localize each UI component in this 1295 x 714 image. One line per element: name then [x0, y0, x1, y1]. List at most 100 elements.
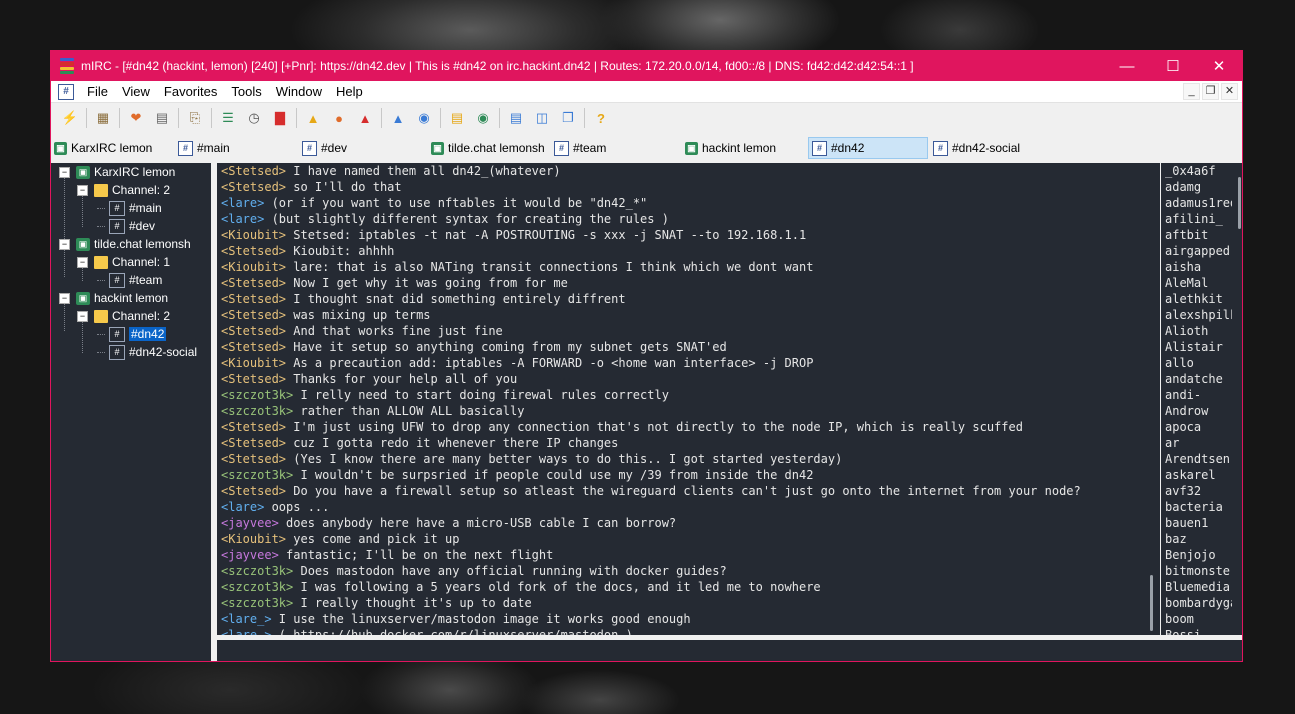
menu-view[interactable]: View	[115, 84, 157, 99]
nick-list-item[interactable]: AleMal	[1161, 275, 1242, 291]
help-icon[interactable]: ?	[592, 109, 610, 127]
collapse-icon[interactable]: −	[59, 166, 70, 178]
nick-list-item[interactable]: ar	[1161, 435, 1242, 451]
message-nick[interactable]: <Stetsed>	[221, 420, 286, 434]
switchbar-tab[interactable]: # #dev	[299, 137, 347, 159]
mdi-close-button[interactable]: ✕	[1221, 83, 1238, 100]
mdi-minimize-button[interactable]: _	[1183, 83, 1200, 100]
nick-list-item[interactable]: alexshpilkin	[1161, 307, 1242, 323]
tree-item-folder[interactable]: − Channel: 1	[77, 253, 170, 271]
message-nick[interactable]: <lare_>	[221, 628, 272, 635]
switchbar-tab[interactable]: ▣ KarxIRC lemon	[51, 137, 152, 159]
collapse-icon[interactable]: −	[77, 184, 88, 196]
message-nick[interactable]: <Stetsed>	[221, 308, 286, 322]
message-nick[interactable]: <Stetsed>	[221, 452, 286, 466]
menu-help[interactable]: Help	[329, 84, 370, 99]
menu-favorites[interactable]: Favorites	[157, 84, 224, 99]
collapse-icon[interactable]: −	[59, 292, 70, 304]
message-nick[interactable]: <Kioubit>	[221, 532, 286, 546]
close-button[interactable]: ✕	[1196, 51, 1242, 81]
nick-list-item[interactable]: bauen1	[1161, 515, 1242, 531]
tree-item-server[interactable]: − ▣ hackint lemon	[59, 289, 168, 307]
message-nick[interactable]: <Kioubit>	[221, 356, 286, 370]
nick-list-item[interactable]: afilini_	[1161, 211, 1242, 227]
message-nick[interactable]: <lare_>	[221, 612, 272, 626]
nick-list-item[interactable]: alethkit	[1161, 291, 1242, 307]
collapse-icon[interactable]: −	[77, 256, 88, 268]
favorites-icon[interactable]: ❤	[127, 109, 145, 127]
switchbar-tab[interactable]: ▣ tilde.chat lemonsh	[428, 137, 545, 159]
nick-list-item[interactable]: Arendtsen	[1161, 451, 1242, 467]
timer-icon[interactable]: ◷	[245, 109, 263, 127]
received-files-icon[interactable]: ▲	[389, 109, 407, 127]
chat-scrollbar[interactable]	[1144, 163, 1160, 635]
nick-list-item[interactable]: andatche	[1161, 371, 1242, 387]
cascade-icon[interactable]: ❐	[559, 109, 577, 127]
nick-list-item[interactable]: baz	[1161, 531, 1242, 547]
message-nick[interactable]: <szczot3k>	[221, 580, 293, 594]
nick-list-item[interactable]: adamg	[1161, 179, 1242, 195]
title-bar[interactable]: mIRC - [#dn42 (hackint, lemon) [240] [+P…	[51, 51, 1242, 81]
nick-list[interactable]: _0x4a6f adamg adamus1red afilini_ aftbit airg…	[1161, 163, 1242, 635]
tree-item-channel[interactable]: # #dn42-social	[97, 343, 197, 361]
menu-window[interactable]: Window	[269, 84, 329, 99]
nick-list-item[interactable]: aisha	[1161, 259, 1242, 275]
message-nick[interactable]: <szczot3k>	[221, 596, 293, 610]
nick-list-item[interactable]: andi-	[1161, 387, 1242, 403]
message-nick[interactable]: <Stetsed>	[221, 436, 286, 450]
tree-item-folder[interactable]: − Channel: 2	[77, 181, 170, 199]
nick-list-item[interactable]: aftbit	[1161, 227, 1242, 243]
nick-list-item[interactable]: Androw	[1161, 403, 1242, 419]
message-nick[interactable]: <Stetsed>	[221, 292, 286, 306]
nick-list-item[interactable]: Bluemedia	[1161, 579, 1242, 595]
tree-item-server[interactable]: − ▣ KarxIRC lemon	[59, 163, 175, 181]
message-nick[interactable]: <lare>	[221, 196, 264, 210]
switchbar-tab[interactable]: # #main	[175, 137, 230, 159]
menu-file[interactable]: File	[80, 84, 115, 99]
nick-list-item[interactable]: Bossi	[1161, 627, 1242, 635]
collapse-icon[interactable]: −	[77, 310, 88, 322]
tree-item-channel[interactable]: # #dev	[97, 217, 155, 235]
message-nick[interactable]: <Stetsed>	[221, 372, 286, 386]
message-nick[interactable]: <Stetsed>	[221, 324, 286, 338]
dcc-send-icon[interactable]: ●	[330, 109, 348, 127]
message-nick[interactable]: <Kioubit>	[221, 260, 286, 274]
message-nick[interactable]: <szczot3k>	[221, 404, 293, 418]
options-icon[interactable]: ▦	[94, 109, 112, 127]
nick-list-item[interactable]: Alioth	[1161, 323, 1242, 339]
tree-item-channel[interactable]: # #dn42	[97, 325, 167, 343]
connect-icon[interactable]: ⚡	[61, 109, 79, 127]
mdi-channel-icon[interactable]: #	[58, 83, 74, 100]
minimize-button[interactable]: —	[1104, 51, 1150, 81]
message-nick[interactable]: <szczot3k>	[221, 468, 293, 482]
tree-item-server[interactable]: − ▣ tilde.chat lemonsh	[59, 235, 191, 253]
message-nick[interactable]: <Stetsed>	[221, 164, 286, 178]
log-viewer-icon[interactable]: ◉	[474, 109, 492, 127]
notify-icon[interactable]: ▲	[304, 109, 322, 127]
nick-list-item[interactable]: bombardygamer	[1161, 595, 1242, 611]
nick-list-item[interactable]: boom	[1161, 611, 1242, 627]
log-files-icon[interactable]: ◉	[415, 109, 433, 127]
nick-list-item[interactable]: bacteria	[1161, 499, 1242, 515]
nick-list-item[interactable]: Benjojo	[1161, 547, 1242, 563]
switchbar-tab[interactable]: # #team	[551, 137, 606, 159]
message-nick[interactable]: <szczot3k>	[221, 564, 293, 578]
dcc-chat-icon[interactable]: ▲	[356, 109, 374, 127]
nick-list-item[interactable]: _0x4a6f	[1161, 163, 1242, 179]
channel-list-icon[interactable]: ▤	[153, 109, 171, 127]
tree-item-channel[interactable]: # #team	[97, 271, 162, 289]
nick-list-item[interactable]: adamus1red	[1161, 195, 1242, 211]
message-nick[interactable]: <jayvee>	[221, 516, 279, 530]
message-nick[interactable]: <Stetsed>	[221, 276, 286, 290]
nick-list-item[interactable]: Alistair	[1161, 339, 1242, 355]
address-book-icon[interactable]: ☰	[219, 109, 237, 127]
chat-scrollbar-thumb[interactable]	[1150, 575, 1153, 631]
nick-list-item[interactable]: airgapped	[1161, 243, 1242, 259]
switchbar-tab[interactable]: ▣ hackint lemon	[682, 137, 776, 159]
switchbar-tab[interactable]: # #dn42-social	[930, 137, 1020, 159]
message-nick[interactable]: <Stetsed>	[221, 484, 286, 498]
tree-item-channel[interactable]: # #main	[97, 199, 162, 217]
mdi-restore-button[interactable]: ❐	[1202, 83, 1219, 100]
message-nick[interactable]: <Stetsed>	[221, 340, 286, 354]
message-nick[interactable]: <jayvee>	[221, 548, 279, 562]
